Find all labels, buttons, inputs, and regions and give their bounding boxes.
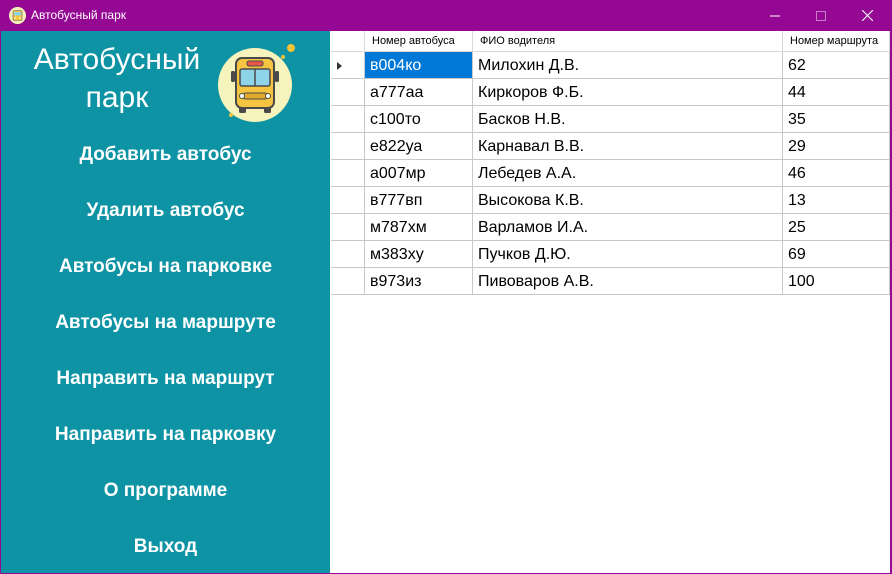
buses-on-route-button[interactable]: Автобусы на маршруте bbox=[1, 303, 330, 343]
bus-number-cell[interactable]: а007мр bbox=[365, 160, 473, 187]
column-header-bus-number[interactable]: Номер автобуса bbox=[365, 31, 473, 52]
driver-name-cell[interactable]: Варламов И.А. bbox=[473, 214, 783, 241]
bus-icon bbox=[217, 41, 299, 123]
row-header[interactable] bbox=[331, 187, 365, 214]
minimize-icon bbox=[770, 11, 780, 21]
row-header[interactable] bbox=[331, 241, 365, 268]
route-number-cell[interactable]: 13 bbox=[783, 187, 890, 214]
buses-parked-button[interactable]: Автобусы на парковке bbox=[1, 247, 330, 287]
app-heading-line1: Автобусный bbox=[33, 43, 201, 76]
driver-name-cell[interactable]: Высокова К.В. bbox=[473, 187, 783, 214]
grid-corner-header[interactable] bbox=[331, 31, 365, 52]
bus-number-cell[interactable]: в973из bbox=[365, 268, 473, 295]
delete-bus-button[interactable]: Удалить автобус bbox=[1, 191, 330, 231]
row-header[interactable] bbox=[331, 106, 365, 133]
app-icon bbox=[9, 7, 26, 24]
driver-name-cell[interactable]: Милохин Д.В. bbox=[473, 52, 783, 79]
row-header[interactable] bbox=[331, 268, 365, 295]
row-header[interactable] bbox=[331, 52, 365, 79]
driver-name-cell[interactable]: Пучков Д.Ю. bbox=[473, 241, 783, 268]
table-row[interactable]: м787хм Варламов И.А. 25 bbox=[331, 214, 890, 241]
grid-header-row: Номер автобуса ФИО водителя Номер маршру… bbox=[331, 31, 890, 52]
client-area: Автобусный парк Добавить автобус Удалить… bbox=[1, 31, 890, 573]
current-row-arrow-icon bbox=[337, 62, 342, 70]
bus-number-cell[interactable]: м787хм bbox=[365, 214, 473, 241]
about-button[interactable]: О программе bbox=[1, 471, 330, 511]
close-icon bbox=[861, 10, 873, 21]
route-number-cell[interactable]: 29 bbox=[783, 133, 890, 160]
route-number-cell[interactable]: 62 bbox=[783, 52, 890, 79]
table-row[interactable]: в004ко Милохин Д.В. 62 bbox=[331, 52, 890, 79]
route-number-cell[interactable]: 46 bbox=[783, 160, 890, 187]
driver-name-cell[interactable]: Пивоваров А.В. bbox=[473, 268, 783, 295]
close-button[interactable] bbox=[844, 0, 890, 31]
table-row[interactable]: м383ху Пучков Д.Ю. 69 bbox=[331, 241, 890, 268]
driver-name-cell[interactable]: Киркоров Ф.Б. bbox=[473, 79, 783, 106]
route-number-cell[interactable]: 69 bbox=[783, 241, 890, 268]
table-row[interactable]: а777аа Киркоров Ф.Б. 44 bbox=[331, 79, 890, 106]
app-window: Автобусный парк Автобусный парк Добавить… bbox=[0, 0, 892, 574]
send-to-parking-button[interactable]: Направить на парковку bbox=[1, 415, 330, 455]
bus-number-cell[interactable]: с100то bbox=[365, 106, 473, 133]
app-heading: Автобусный парк bbox=[17, 41, 217, 117]
driver-name-cell[interactable]: Карнавал В.В. bbox=[473, 133, 783, 160]
driver-name-cell[interactable]: Басков Н.В. bbox=[473, 106, 783, 133]
row-header[interactable] bbox=[331, 160, 365, 187]
title-bar[interactable]: Автобусный парк bbox=[0, 0, 892, 31]
row-header[interactable] bbox=[331, 214, 365, 241]
bus-number-cell[interactable]: а777аа bbox=[365, 79, 473, 106]
route-number-cell[interactable]: 35 bbox=[783, 106, 890, 133]
app-heading-line2: парк bbox=[85, 81, 149, 114]
sidebar: Автобусный парк Добавить автобус Удалить… bbox=[1, 31, 330, 573]
column-header-route-number[interactable]: Номер маршрута bbox=[783, 31, 890, 52]
bus-number-cell[interactable]: е822уа bbox=[365, 133, 473, 160]
row-header[interactable] bbox=[331, 133, 365, 160]
bus-number-cell[interactable]: в777вп bbox=[365, 187, 473, 214]
send-to-route-button[interactable]: Направить на маршрут bbox=[1, 359, 330, 399]
route-number-cell[interactable]: 25 bbox=[783, 214, 890, 241]
column-header-driver-name[interactable]: ФИО водителя bbox=[473, 31, 783, 52]
table-row[interactable]: е822уа Карнавал В.В. 29 bbox=[331, 133, 890, 160]
buses-grid[interactable]: Номер автобуса ФИО водителя Номер маршру… bbox=[331, 31, 890, 573]
table-row[interactable]: а007мр Лебедев А.А. 46 bbox=[331, 160, 890, 187]
route-number-cell[interactable]: 44 bbox=[783, 79, 890, 106]
minimize-button[interactable] bbox=[752, 0, 798, 31]
exit-button[interactable]: Выход bbox=[1, 527, 330, 567]
table-row[interactable]: в777вп Высокова К.В. 13 bbox=[331, 187, 890, 214]
window-title: Автобусный парк bbox=[31, 8, 127, 22]
bus-number-cell[interactable]: в004ко bbox=[365, 52, 473, 79]
maximize-icon bbox=[816, 10, 826, 21]
add-bus-button[interactable]: Добавить автобус bbox=[1, 135, 330, 175]
driver-name-cell[interactable]: Лебедев А.А. bbox=[473, 160, 783, 187]
table-row[interactable]: в973из Пивоваров А.В. 100 bbox=[331, 268, 890, 295]
route-number-cell[interactable]: 100 bbox=[783, 268, 890, 295]
maximize-button[interactable] bbox=[798, 0, 844, 31]
row-header[interactable] bbox=[331, 79, 365, 106]
table-row[interactable]: с100то Басков Н.В. 35 bbox=[331, 106, 890, 133]
bus-number-cell[interactable]: м383ху bbox=[365, 241, 473, 268]
